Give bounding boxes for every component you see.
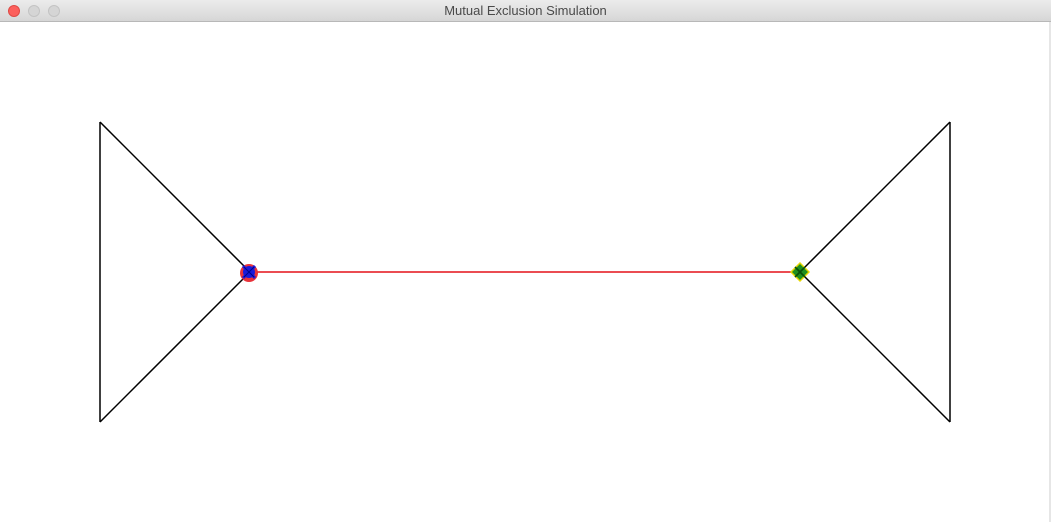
app-window: Mutual Exclusion Simulation	[0, 0, 1051, 522]
right-track-lower-edge	[799, 271, 951, 423]
simulation-drawing	[99, 121, 951, 423]
window-title: Mutual Exclusion Simulation	[444, 3, 607, 18]
left-track	[99, 121, 251, 423]
simulation-canvas[interactable]	[0, 22, 1051, 522]
left-track-upper-edge	[99, 121, 251, 273]
right-track-upper-edge	[799, 121, 951, 273]
left-track-lower-edge	[99, 271, 251, 423]
right-track	[799, 121, 951, 423]
title-bar[interactable]: Mutual Exclusion Simulation	[0, 0, 1051, 22]
circle-with-cross-icon[interactable]	[240, 264, 258, 282]
